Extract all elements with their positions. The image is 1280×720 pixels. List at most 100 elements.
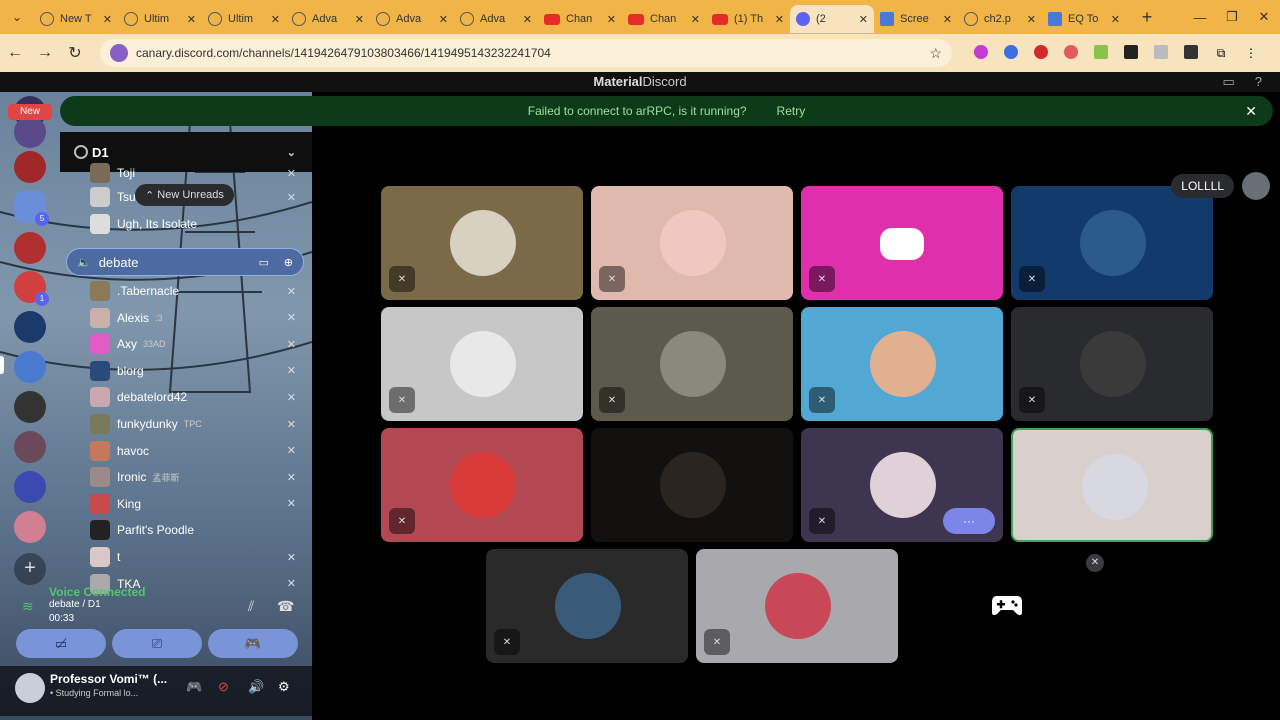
activity-user-avatar[interactable]	[1242, 172, 1270, 200]
voice-member[interactable]: .Tabernacle ✕	[90, 280, 304, 302]
voice-member[interactable]: Parfit's Poodle	[90, 519, 304, 541]
server-icon[interactable]	[14, 511, 46, 543]
close-window-icon[interactable]: ✕	[1248, 9, 1280, 25]
omnibox[interactable]: canary.discord.com/channels/141942647910…	[100, 39, 952, 67]
forward-icon[interactable]: →	[30, 44, 60, 62]
screen-share-button[interactable]: ⎚	[112, 629, 202, 658]
menu-dots-icon[interactable]: ⋮	[1236, 46, 1266, 60]
participant-tile[interactable]: ✕	[696, 549, 898, 663]
voice-member[interactable]: Axy 33AD ✕	[90, 333, 304, 355]
voice-member[interactable]: t ✕	[90, 546, 304, 568]
voice-member[interactable]: havoc ✕	[90, 440, 304, 462]
close-tab-icon[interactable]: ✕	[1111, 13, 1120, 26]
browser-tab[interactable]: Ultim ✕	[118, 5, 202, 33]
close-tab-icon[interactable]: ✕	[775, 13, 784, 26]
participant-tile[interactable]: ✕	[1011, 307, 1213, 421]
participant-tile[interactable]: ✕	[591, 186, 793, 300]
user-avatar[interactable]	[15, 673, 45, 703]
participant-tile[interactable]: ✕	[591, 307, 793, 421]
game-controller-icon[interactable]: 🎮	[186, 679, 202, 695]
voice-member[interactable]: Ugh, Its Isolate	[90, 213, 304, 235]
voice-channel-debate[interactable]: 🔈 debate ▭ ⊕	[66, 248, 304, 276]
extensions-puzzle-icon[interactable]: ⧉	[1206, 46, 1236, 61]
noise-suppression-icon[interactable]: ⫽	[248, 598, 254, 615]
speaker-icon[interactable]: 🔊	[248, 679, 264, 695]
extension-color-icon[interactable]	[966, 44, 996, 62]
voice-connected-title[interactable]: Voice Connected	[49, 585, 145, 599]
reload-icon[interactable]: ↻	[60, 43, 90, 63]
help-icon[interactable]: ?	[1255, 74, 1262, 90]
new-tab-button[interactable]: +	[1132, 7, 1162, 28]
voice-member[interactable]: blorg ✕	[90, 360, 304, 382]
participant-tile[interactable]: ✕	[381, 186, 583, 300]
browser-tab[interactable]: Adva ✕	[286, 5, 370, 33]
server-icon[interactable]	[14, 351, 46, 383]
extension-tape-icon[interactable]	[1176, 44, 1206, 62]
browser-tab[interactable]: (1) Th ✕	[706, 5, 790, 33]
new-servers-pill[interactable]: New	[8, 104, 52, 120]
browser-tab[interactable]: Ultim ✕	[202, 5, 286, 33]
new-unreads-pill[interactable]: ⌃ New Unreads	[135, 184, 234, 206]
close-tab-icon[interactable]: ✕	[103, 13, 112, 26]
game-controller-icon[interactable]	[991, 592, 1023, 618]
toggle-camera-button[interactable]: ▭̸	[16, 629, 106, 658]
close-tab-icon[interactable]: ✕	[187, 13, 196, 26]
chevron-down-icon[interactable]: ⌄	[287, 146, 296, 159]
server-icon[interactable]	[14, 391, 46, 423]
browser-tab[interactable]: Chan ✕	[622, 5, 706, 33]
browser-tab[interactable]: ch2.p ✕	[958, 5, 1042, 33]
disconnect-icon[interactable]: ☎	[277, 598, 294, 615]
activities-button[interactable]: 🎮	[208, 629, 298, 658]
minimize-icon[interactable]: —	[1184, 10, 1216, 25]
close-tab-icon[interactable]: ✕	[607, 13, 616, 26]
server-icon[interactable]	[14, 431, 46, 463]
close-icon[interactable]: ✕	[1086, 554, 1104, 572]
user-name[interactable]: Professor Vomi™ (...	[50, 672, 167, 686]
participant-tile[interactable]: ✕	[1011, 186, 1213, 300]
close-tab-icon[interactable]: ✕	[271, 13, 280, 26]
restore-icon[interactable]: ❐	[1216, 9, 1248, 25]
voice-member[interactable]: Ironic 孟菲斯 ✕	[90, 466, 304, 488]
participant-tile[interactable]	[591, 428, 793, 542]
url-text[interactable]: canary.discord.com/channels/141942647910…	[136, 46, 929, 60]
participant-tile[interactable]: ✕	[381, 428, 583, 542]
chat-icon[interactable]: ▭	[259, 256, 269, 269]
close-tab-icon[interactable]: ✕	[691, 13, 700, 26]
browser-tab[interactable]: New T ✕	[34, 5, 118, 33]
extension-adblock-icon[interactable]	[1056, 44, 1086, 62]
server-icon[interactable]	[14, 151, 46, 183]
close-tab-icon[interactable]: ✕	[943, 13, 952, 26]
voice-member[interactable]: Toji ✕	[90, 162, 304, 184]
server-icon[interactable]	[14, 471, 46, 503]
participant-tile[interactable]: ✕ ···	[801, 428, 1003, 542]
server-icon[interactable]	[14, 232, 46, 264]
participant-tile[interactable]: ✕	[801, 307, 1003, 421]
signal-icon[interactable]: ≋	[22, 598, 34, 615]
bookmark-star-icon[interactable]: ☆	[929, 45, 942, 62]
close-tab-icon[interactable]: ✕	[859, 13, 868, 26]
server-icon[interactable]: 1	[14, 271, 49, 306]
extension-firefox-icon[interactable]	[996, 44, 1026, 62]
browser-tab[interactable]: Chan ✕	[538, 5, 622, 33]
participant-tile[interactable]: ✕	[381, 307, 583, 421]
browser-tab[interactable]: (2 ✕	[790, 5, 874, 33]
voice-member[interactable]: funkydunky TPC ✕	[90, 413, 304, 435]
add-user-icon[interactable]: ⊕	[284, 256, 293, 269]
add-server-button[interactable]: +	[14, 553, 46, 585]
server-icon[interactable]	[14, 311, 46, 343]
extension-3-icon[interactable]	[1116, 44, 1146, 62]
close-tab-icon[interactable]: ✕	[1027, 13, 1036, 26]
browser-tab[interactable]: Scree ✕	[874, 5, 958, 33]
voice-member[interactable]: Alexis:3 ✕	[90, 307, 304, 329]
microphone-indicator-icon[interactable]	[110, 44, 128, 62]
extension-cube-icon[interactable]	[1146, 44, 1176, 62]
tab-search-chevron-icon[interactable]: ⌄	[0, 0, 34, 34]
browser-tab[interactable]: EQ To ✕	[1042, 5, 1126, 33]
more-options-button[interactable]: ···	[943, 508, 995, 534]
extension-chart-icon[interactable]	[1086, 44, 1116, 62]
participant-tile[interactable]	[1011, 428, 1213, 542]
settings-gear-icon[interactable]: ⚙	[278, 679, 290, 695]
back-icon[interactable]: ←	[0, 44, 30, 62]
server-icon[interactable]	[14, 116, 46, 148]
inbox-icon[interactable]: ▭	[1222, 74, 1234, 90]
